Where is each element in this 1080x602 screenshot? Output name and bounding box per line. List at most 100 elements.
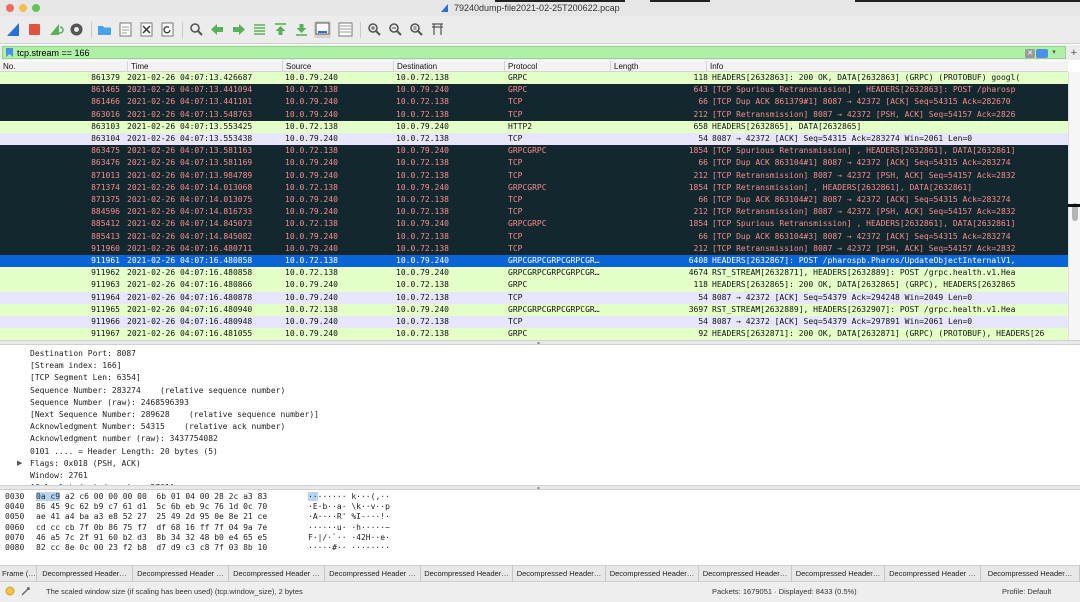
zoom-normal-icon[interactable] <box>408 21 425 38</box>
bytes-tab[interactable]: Decompressed Header… <box>981 566 1080 582</box>
reload-icon[interactable] <box>159 21 176 38</box>
hex-dump-line[interactable]: 0060 cd cc cb 7f 0b 86 75 f7 df 68 16 ff … <box>5 523 425 533</box>
bytes-tab[interactable]: Decompressed Header… <box>699 566 792 582</box>
filter-history-dropdown-icon[interactable]: ▾ <box>1049 48 1059 58</box>
hex-dump-line[interactable]: 0080 82 cc 8e 0c 00 23 f2 b8 d7 d9 c3 c8 … <box>5 543 425 553</box>
detail-field[interactable]: Acknowledgment Number: 54315 (relative a… <box>30 421 285 433</box>
packet-row[interactable]: 871375 2021-02-26 04:07:14.013075 10.0.79.… <box>0 194 1068 207</box>
go-first-icon[interactable] <box>272 21 289 38</box>
display-filter-input[interactable]: tcp.stream == 166 ✕ ▾ + <box>2 46 1077 59</box>
column-header-time[interactable]: Time <box>127 61 282 72</box>
pane-splitter[interactable] <box>0 485 1080 490</box>
detail-field[interactable]: [TCP Segment Len: 6354] <box>30 372 141 384</box>
bytes-tab[interactable]: Decompressed Header… <box>37 566 133 582</box>
packet-row[interactable]: 911960 2021-02-26 04:07:16.480711 10.0.79.… <box>0 242 1068 255</box>
packet-row[interactable]: 863476 2021-02-26 04:07:13.581169 10.0.79.… <box>0 157 1068 170</box>
detail-field[interactable]: [Stream index: 166] <box>30 360 122 372</box>
packet-row[interactable]: 911963 2021-02-26 04:07:16.480866 10.0.79.… <box>0 279 1068 292</box>
bytes-tab[interactable]: Decompressed Header… <box>513 566 606 582</box>
capture-comment-icon[interactable] <box>21 586 31 596</box>
packet-row[interactable]: 863103 2021-02-26 04:07:13.553425 10.0.72.… <box>0 120 1068 133</box>
detail-field[interactable]: Window: 2761 <box>30 470 88 482</box>
profile-indicator[interactable]: Profile: Default <box>1002 582 1051 601</box>
detail-field[interactable]: Sequence Number (raw): 2468596393 <box>30 397 189 409</box>
bytes-tab[interactable]: Decompressed Header… <box>606 566 699 582</box>
minimize-window-button[interactable] <box>19 4 27 12</box>
save-file-icon[interactable] <box>117 21 134 38</box>
detail-field[interactable]: Flags: 0x018 (PSH, ACK) <box>30 458 141 470</box>
column-header-protocol[interactable]: Protocol <box>504 61 610 72</box>
detail-field[interactable]: [Next Sequence Number: 289628 (relative … <box>30 409 319 421</box>
detail-field[interactable]: Sequence Number: 283274 (relative sequen… <box>30 385 285 397</box>
column-header-info[interactable]: Info <box>706 61 1068 72</box>
packet-row[interactable]: 861465 2021-02-26 04:07:13.441094 10.0.72.… <box>0 84 1068 97</box>
title-bar: 79240dump-file2021-02-25T200622.pcap <box>0 0 1080 16</box>
hex-dump-line[interactable]: 0050 ae 41 a4 ba a3 e8 52 27 25 49 2d 95 … <box>5 512 425 522</box>
packet-source: 10.0.79.240 <box>285 292 338 302</box>
hex-dump-line[interactable]: 0030 0a c9 a2 c6 00 00 00 00 6b 01 04 00 … <box>5 492 425 502</box>
clear-filter-button[interactable]: ✕ <box>1025 49 1035 58</box>
expand-triangle-icon[interactable]: ▶ <box>17 458 22 470</box>
add-filter-button[interactable]: + <box>1071 47 1077 59</box>
bookmark-icon[interactable] <box>5 48 14 57</box>
packet-row[interactable]: 911962 2021-02-26 04:07:16.480858 10.0.72.… <box>0 267 1068 280</box>
bytes-tab[interactable]: Frame (… <box>0 566 37 582</box>
packet-row[interactable]: 884596 2021-02-26 04:07:14.816733 10.0.79.… <box>0 206 1068 219</box>
packet-row[interactable]: 861379 2021-02-26 04:07:13.426687 10.0.79.… <box>0 72 1068 85</box>
hex-dump-line[interactable]: 0040 86 45 9c 62 b9 c7 61 d1 5c 6b eb 9c … <box>5 502 425 512</box>
autoscroll-icon[interactable] <box>314 21 331 38</box>
packet-row[interactable]: 861466 2021-02-26 04:07:13.441101 10.0.79.… <box>0 96 1068 109</box>
zoom-window-button[interactable] <box>32 4 40 12</box>
zoom-in-icon[interactable] <box>366 21 383 38</box>
packet-row[interactable]: 871374 2021-02-26 04:07:14.013068 10.0.72.… <box>0 181 1068 194</box>
packet-source: 10.0.79.240 <box>285 97 338 107</box>
packet-source: 10.0.79.240 <box>285 243 338 253</box>
packet-row[interactable]: 911967 2021-02-26 04:07:16.481055 10.0.79.… <box>0 328 1068 340</box>
bytes-tab[interactable]: Decompressed Header… <box>421 566 513 582</box>
colorize-icon[interactable] <box>337 21 354 38</box>
packet-row[interactable]: 911961 2021-02-26 04:07:16.480858 10.0.72.… <box>0 255 1068 268</box>
zoom-out-icon[interactable] <box>387 21 404 38</box>
expert-info-icon[interactable] <box>5 586 15 596</box>
hex-offset: 0040 <box>5 502 25 512</box>
hex-dump-line[interactable]: 0070 46 a5 7c 2f 91 60 b2 d3 8b 34 32 48 … <box>5 533 425 543</box>
bytes-tab[interactable]: Decompressed Header … <box>325 566 421 582</box>
packet-row[interactable]: 911966 2021-02-26 04:07:16.480948 10.0.79.… <box>0 316 1068 329</box>
packet-row[interactable]: 863104 2021-02-26 04:07:13.553438 10.0.79.… <box>0 133 1068 146</box>
options-gear-icon[interactable] <box>68 21 85 38</box>
go-last-icon[interactable] <box>293 21 310 38</box>
bytes-tab[interactable]: Decompressed Header… <box>792 566 885 582</box>
find-magnifier-icon[interactable] <box>188 21 205 38</box>
column-header-destination[interactable]: Destination <box>393 61 504 72</box>
bytes-tab[interactable]: Decompressed Header … <box>885 566 981 582</box>
bytes-tab[interactable]: Decompressed Header … <box>133 566 229 582</box>
bytes-tab[interactable]: Decompressed Header … <box>229 566 325 582</box>
packet-number: 863103 <box>91 121 120 131</box>
close-file-icon[interactable] <box>138 21 155 38</box>
packet-row[interactable]: 885413 2021-02-26 04:07:14.845082 10.0.79.… <box>0 230 1068 243</box>
column-header-source[interactable]: Source <box>282 61 393 72</box>
shark-fin-start-icon[interactable] <box>5 21 22 38</box>
column-header-no[interactable]: No. <box>0 61 127 72</box>
open-folder-icon[interactable] <box>96 21 113 38</box>
packet-row[interactable]: 863016 2021-02-26 04:07:13.548763 10.0.79.… <box>0 108 1068 121</box>
go-back-icon[interactable] <box>209 21 226 38</box>
restart-icon[interactable] <box>47 21 64 38</box>
apply-filter-button[interactable] <box>1036 49 1048 58</box>
column-header-length[interactable]: Length <box>610 61 706 72</box>
resize-columns-icon[interactable] <box>429 21 446 38</box>
detail-field[interactable]: 0101 .... = Header Length: 20 bytes (5) <box>30 446 218 458</box>
go-to-packet-icon[interactable] <box>251 21 268 38</box>
pane-splitter[interactable] <box>0 340 1080 345</box>
packet-row[interactable]: 911965 2021-02-26 04:07:16.480940 10.0.72.… <box>0 303 1068 316</box>
packet-row[interactable]: 885412 2021-02-26 04:07:14.845073 10.0.72.… <box>0 218 1068 231</box>
detail-field[interactable]: Destination Port: 8087 <box>30 348 136 360</box>
packet-row[interactable]: 871013 2021-02-26 04:07:13.984789 10.0.79.… <box>0 169 1068 182</box>
stop-icon[interactable] <box>26 21 43 38</box>
go-forward-icon[interactable] <box>230 21 247 38</box>
close-window-button[interactable] <box>6 4 14 12</box>
packet-row[interactable]: 911964 2021-02-26 04:07:16.480878 10.0.79.… <box>0 291 1068 304</box>
packet-row[interactable]: 863475 2021-02-26 04:07:13.581163 10.0.72.… <box>0 145 1068 158</box>
detail-field[interactable]: Acknowledgment number (raw): 3437754082 <box>30 433 218 445</box>
ascii-bytes: ·E·b··a· \k··v··p <box>308 502 390 512</box>
